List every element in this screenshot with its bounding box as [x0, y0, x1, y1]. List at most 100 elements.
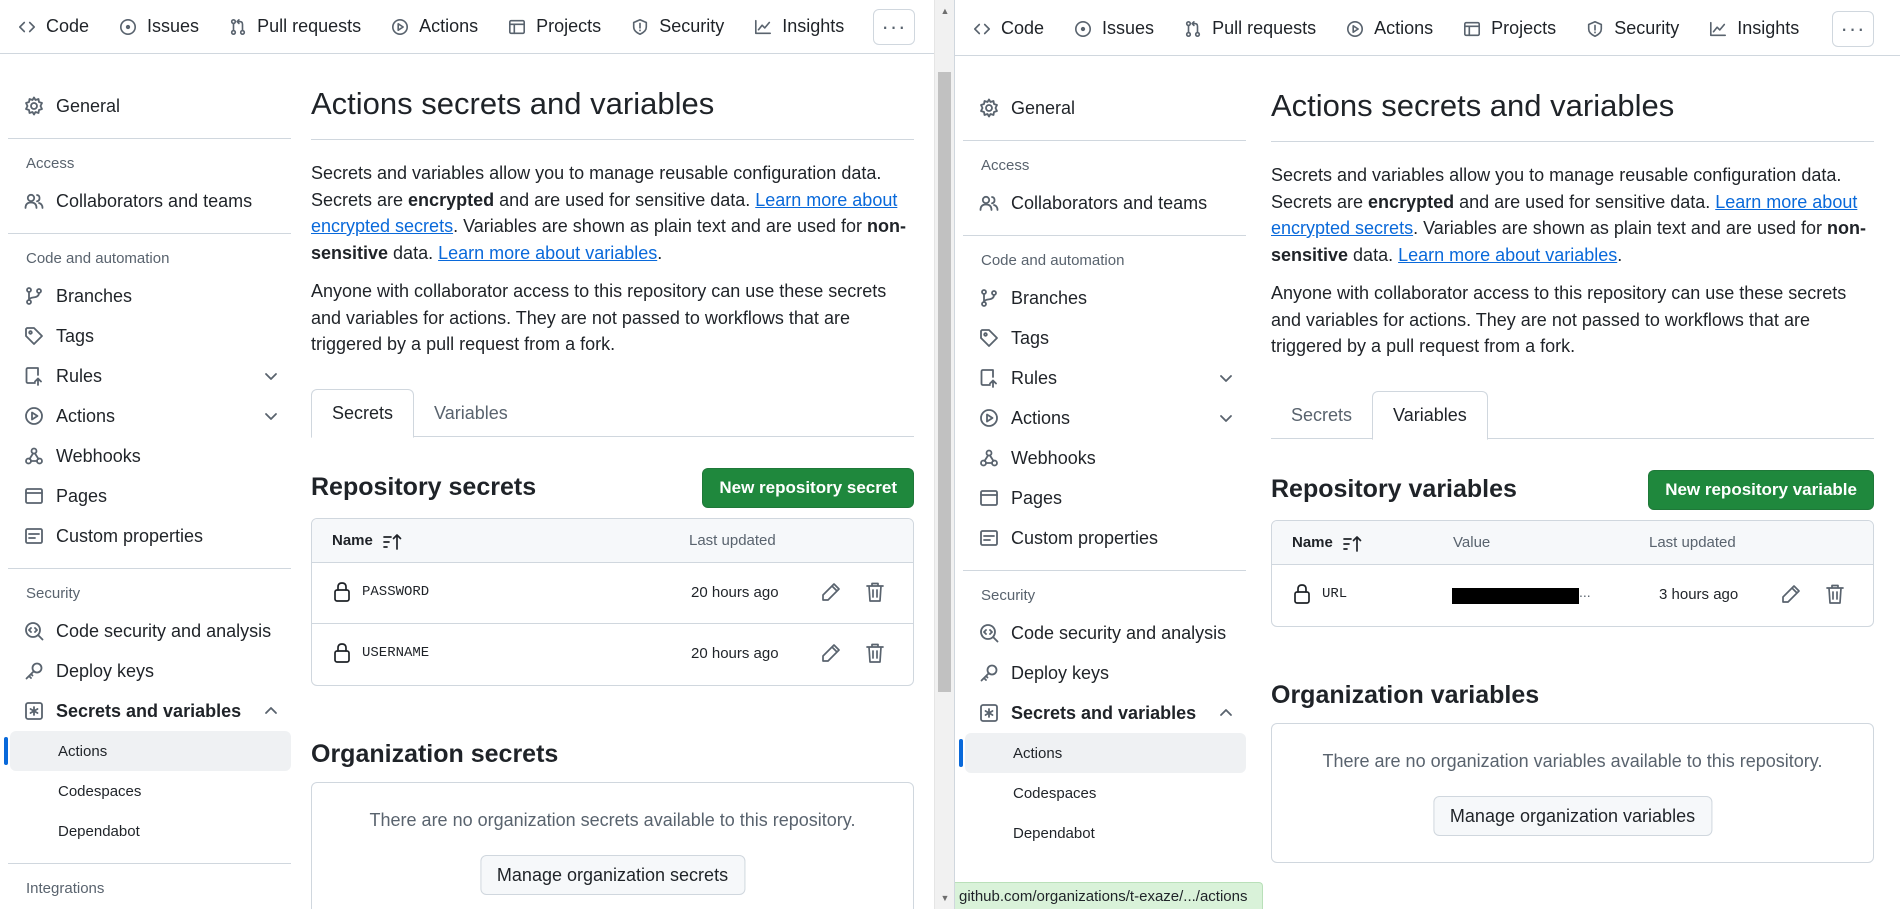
- page-title: Actions secrets and variables: [311, 86, 715, 121]
- sidebar-item-rules[interactable]: Rules: [963, 358, 1246, 398]
- description-paragraph: Secrets and variables allow you to manag…: [1271, 165, 1866, 265]
- repo-push-icon: [980, 369, 997, 388]
- nav-security[interactable]: Security: [623, 9, 732, 45]
- sidebar-item-webhooks[interactable]: Webhooks: [8, 436, 291, 476]
- sidebar-item-rules[interactable]: Rules: [8, 356, 291, 396]
- nav-issues[interactable]: Issues: [1066, 11, 1162, 47]
- new-repository-variable-button[interactable]: New repository variable: [1648, 470, 1874, 510]
- settings-sidebar: General Access Collaborators and teams C…: [959, 88, 1246, 853]
- sidebar-divider: [963, 235, 1246, 236]
- sidebar-divider: [8, 138, 291, 139]
- pencil-icon[interactable]: [1779, 582, 1803, 606]
- column-name[interactable]: Name: [1292, 534, 1333, 551]
- repository-secrets-title: Repository secrets: [311, 473, 537, 501]
- people-icon: [979, 195, 999, 211]
- sidebar-heading-code-automation: Code and automation: [981, 252, 1125, 269]
- sidebar-item-tags[interactable]: Tags: [8, 316, 291, 356]
- codescan-icon: [980, 624, 999, 643]
- trash-icon[interactable]: [863, 641, 887, 665]
- nav-insights[interactable]: Insights: [746, 9, 852, 45]
- manage-organization-variables-button[interactable]: Manage organization variables: [1432, 796, 1713, 836]
- table-header: Name Value Last updated: [1272, 521, 1873, 565]
- column-name[interactable]: Name: [332, 532, 373, 549]
- sidebar-subitem-dependabot[interactable]: Dependabot: [965, 813, 1246, 853]
- sidebar-subitem-actions[interactable]: Actions: [4, 731, 291, 771]
- chevron-up-icon[interactable]: [261, 701, 281, 721]
- scrollbar-thumb[interactable]: [938, 72, 951, 692]
- sidebar-item-general[interactable]: General: [8, 86, 291, 126]
- sidebar-item-actions[interactable]: Actions: [963, 398, 1246, 438]
- chevron-up-icon[interactable]: [1216, 703, 1236, 723]
- sidebar-heading-code-automation: Code and automation: [26, 250, 170, 267]
- sidebar-heading-security: Security: [26, 585, 81, 602]
- nav-projects[interactable]: Projects: [500, 9, 609, 45]
- left-pane: Code Issues Pull requests Actions Projec…: [0, 0, 955, 909]
- sidebar-subitem-codespaces[interactable]: Codespaces: [965, 773, 1246, 813]
- people-icon: [24, 193, 44, 209]
- chevron-down-icon[interactable]: [261, 406, 281, 426]
- secret-name: USERNAME: [362, 645, 430, 661]
- scroll-down-arrow-icon[interactable]: ▼: [935, 889, 954, 907]
- manage-organization-secrets-button[interactable]: Manage organization secrets: [479, 855, 746, 895]
- nav-projects[interactable]: Projects: [1455, 11, 1564, 47]
- sidebar-item-actions[interactable]: Actions: [8, 396, 291, 436]
- chevron-down-icon[interactable]: [1216, 368, 1236, 388]
- sidebar-heading-access: Access: [26, 155, 75, 172]
- learn-more-variables-link[interactable]: Learn more about variables: [1398, 245, 1617, 265]
- nav-security[interactable]: Security: [1578, 11, 1687, 47]
- sort-icon[interactable]: [1342, 534, 1364, 554]
- sidebar-item-code-security[interactable]: Code security and analysis: [963, 613, 1246, 653]
- sidebar-item-tags[interactable]: Tags: [963, 318, 1246, 358]
- sidebar-item-secrets-variables[interactable]: Secrets and variables: [963, 693, 1246, 733]
- nav-code[interactable]: Code: [10, 9, 97, 45]
- key-icon: [980, 664, 998, 682]
- pencil-icon[interactable]: [819, 641, 843, 665]
- sidebar-divider: [963, 570, 1246, 571]
- tab-secrets[interactable]: Secrets: [311, 389, 415, 438]
- trash-icon[interactable]: [1823, 582, 1847, 606]
- sidebar-item-branches[interactable]: Branches: [8, 276, 291, 316]
- variable-name: URL: [1322, 586, 1348, 602]
- sidebar-item-webhooks[interactable]: Webhooks: [963, 438, 1246, 478]
- sidebar-item-pages[interactable]: Pages: [8, 476, 291, 516]
- chevron-down-icon[interactable]: [261, 366, 281, 386]
- trash-icon[interactable]: [863, 580, 887, 604]
- sidebar-item-code-security[interactable]: Code security and analysis: [8, 611, 291, 651]
- nav-insights[interactable]: Insights: [1701, 11, 1807, 47]
- sidebar-item-branches[interactable]: Branches: [963, 278, 1246, 318]
- sidebar-item-collaborators[interactable]: Collaborators and teams: [8, 181, 291, 221]
- link-preview-status-bar: github.com/organizations/t-exaze/.../act…: [955, 882, 1263, 909]
- sidebar-item-custom-properties[interactable]: Custom properties: [8, 516, 291, 556]
- sort-icon[interactable]: [382, 532, 404, 552]
- tab-secrets[interactable]: Secrets: [1271, 391, 1372, 439]
- new-repository-secret-button[interactable]: New repository secret: [702, 468, 914, 508]
- nav-actions[interactable]: Actions: [1338, 11, 1441, 47]
- sidebar-item-custom-properties[interactable]: Custom properties: [963, 518, 1246, 558]
- table-icon: [1464, 21, 1481, 36]
- tab-variables[interactable]: Variables: [1372, 391, 1488, 440]
- sidebar-item-collaborators[interactable]: Collaborators and teams: [963, 183, 1246, 223]
- nav-actions[interactable]: Actions: [383, 9, 486, 45]
- scroll-up-arrow-icon[interactable]: ▲: [935, 2, 954, 20]
- pencil-icon[interactable]: [819, 580, 843, 604]
- nav-more-button[interactable]: ···: [873, 9, 915, 45]
- nav-more-button[interactable]: ···: [1832, 11, 1874, 47]
- nav-issues[interactable]: Issues: [111, 9, 207, 45]
- shield-icon: [1588, 20, 1603, 37]
- learn-more-variables-link[interactable]: Learn more about variables: [438, 243, 657, 263]
- value-ellipsis: ...: [1579, 584, 1591, 600]
- sidebar-item-secrets-variables[interactable]: Secrets and variables: [8, 691, 291, 731]
- sidebar-item-deploy-keys[interactable]: Deploy keys: [8, 651, 291, 691]
- nav-pull-requests[interactable]: Pull requests: [221, 9, 369, 45]
- sidebar-item-pages[interactable]: Pages: [963, 478, 1246, 518]
- nav-pull-requests[interactable]: Pull requests: [1176, 11, 1324, 47]
- sidebar-item-deploy-keys[interactable]: Deploy keys: [963, 653, 1246, 693]
- sidebar-item-general[interactable]: General: [963, 88, 1246, 128]
- nav-code[interactable]: Code: [965, 11, 1052, 47]
- chevron-down-icon[interactable]: [1216, 408, 1236, 428]
- sidebar-subitem-dependabot[interactable]: Dependabot: [10, 811, 291, 851]
- vertical-scrollbar[interactable]: ▲ ▼: [934, 0, 954, 909]
- sidebar-subitem-codespaces[interactable]: Codespaces: [10, 771, 291, 811]
- tab-variables[interactable]: Variables: [414, 389, 528, 437]
- sidebar-subitem-actions[interactable]: Actions: [959, 733, 1246, 773]
